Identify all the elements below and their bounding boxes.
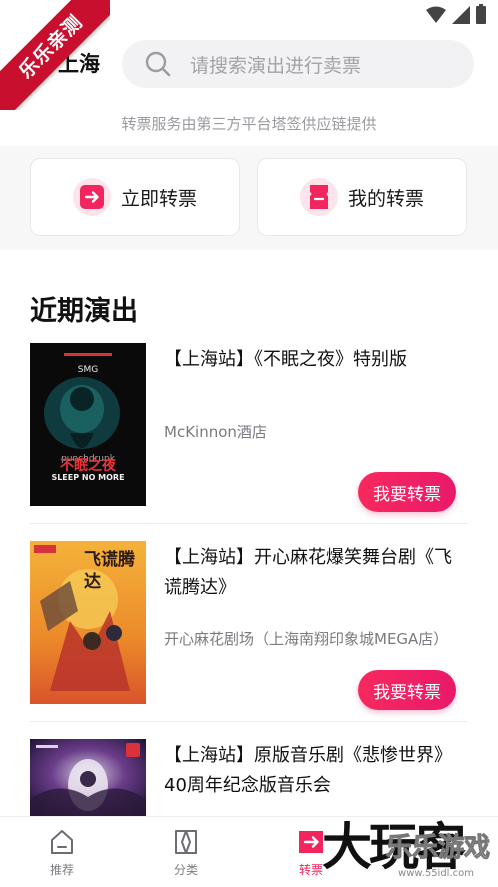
divider [30, 721, 468, 722]
transfer-now-button[interactable]: 立即转票 [30, 158, 240, 236]
wifi-icon [426, 6, 446, 23]
show-venue: McKinnon酒店 [164, 423, 267, 441]
ribbon-text: 乐乐亲测 [0, 0, 110, 110]
watermark-url: www.55idl.com [398, 868, 474, 879]
divider [30, 523, 468, 524]
search-placeholder: 请搜索演出进行卖票 [190, 54, 362, 77]
show-venue: 开心麻花剧场（上海南翔印象城MEGA店） [164, 630, 449, 648]
battery-icon [476, 4, 486, 24]
my-transfers-label: 我的转票 [347, 187, 424, 210]
my-transfers-button[interactable]: 我的转票 [257, 158, 467, 236]
sell-ticket-button[interactable]: 我要转票 [358, 670, 456, 710]
poster-title-en: SLEEP NO MORE [51, 473, 125, 482]
category-icon [175, 830, 197, 854]
transfer-arrow-icon [72, 178, 111, 216]
poster-title-cn: 不眠之夜 [60, 458, 116, 474]
home-icon [51, 830, 73, 854]
ticket-icon [299, 178, 338, 216]
search-icon [145, 51, 171, 77]
search-bar[interactable]: 请搜索演出进行卖票 [122, 40, 474, 88]
status-icons [426, 4, 486, 24]
cell-signal-icon [452, 6, 470, 24]
section-title: 近期演出 [30, 296, 138, 327]
transfer-now-label: 立即转票 [120, 187, 197, 210]
poster-top-text: SMG [77, 365, 99, 375]
show-title: 【上海站】《不眠之夜》特别版 [164, 349, 407, 370]
show-poster[interactable]: 飞谎腾达 [30, 541, 146, 704]
poster-les-miserables [30, 739, 146, 816]
action-band: 立即转票 我的转票 [0, 146, 498, 250]
nav-category-label: 分类 [173, 863, 198, 877]
show-title: 【上海站】开心麻花爆笑舞台剧《飞谎腾达》 [164, 547, 452, 598]
watermark: 大玩客 乐乐游戏 www.55idl.com [322, 807, 492, 879]
watermark-sub: 乐乐游戏 [385, 833, 490, 864]
sell-ticket-button[interactable]: 我要转票 [358, 472, 456, 512]
nav-category[interactable]: 分类 [146, 827, 226, 878]
show-poster[interactable] [30, 739, 146, 816]
corner-ribbon: 乐乐亲测 [0, 0, 110, 110]
nav-home[interactable]: 推荐 [22, 827, 102, 878]
nav-home-label: 推荐 [49, 863, 74, 877]
show-item[interactable]: 飞谎腾达 【上海站】开心麻花爆笑舞台剧《飞谎腾达》 开心麻花剧场（上海南翔印象城… [30, 541, 468, 711]
show-title: 【上海站】原版音乐剧《悲惨世界》40周年纪念版音乐会 [164, 745, 452, 796]
provider-note: 转票服务由第三方平台塔签供应链提供 [121, 115, 377, 133]
show-item[interactable]: punchdrunk SMG 不眠之夜 SLEEP NO MORE 【上海站】《… [30, 343, 468, 513]
show-poster[interactable]: punchdrunk SMG 不眠之夜 SLEEP NO MORE [30, 343, 146, 506]
poster-title-cn: 飞谎腾达 [84, 550, 135, 592]
